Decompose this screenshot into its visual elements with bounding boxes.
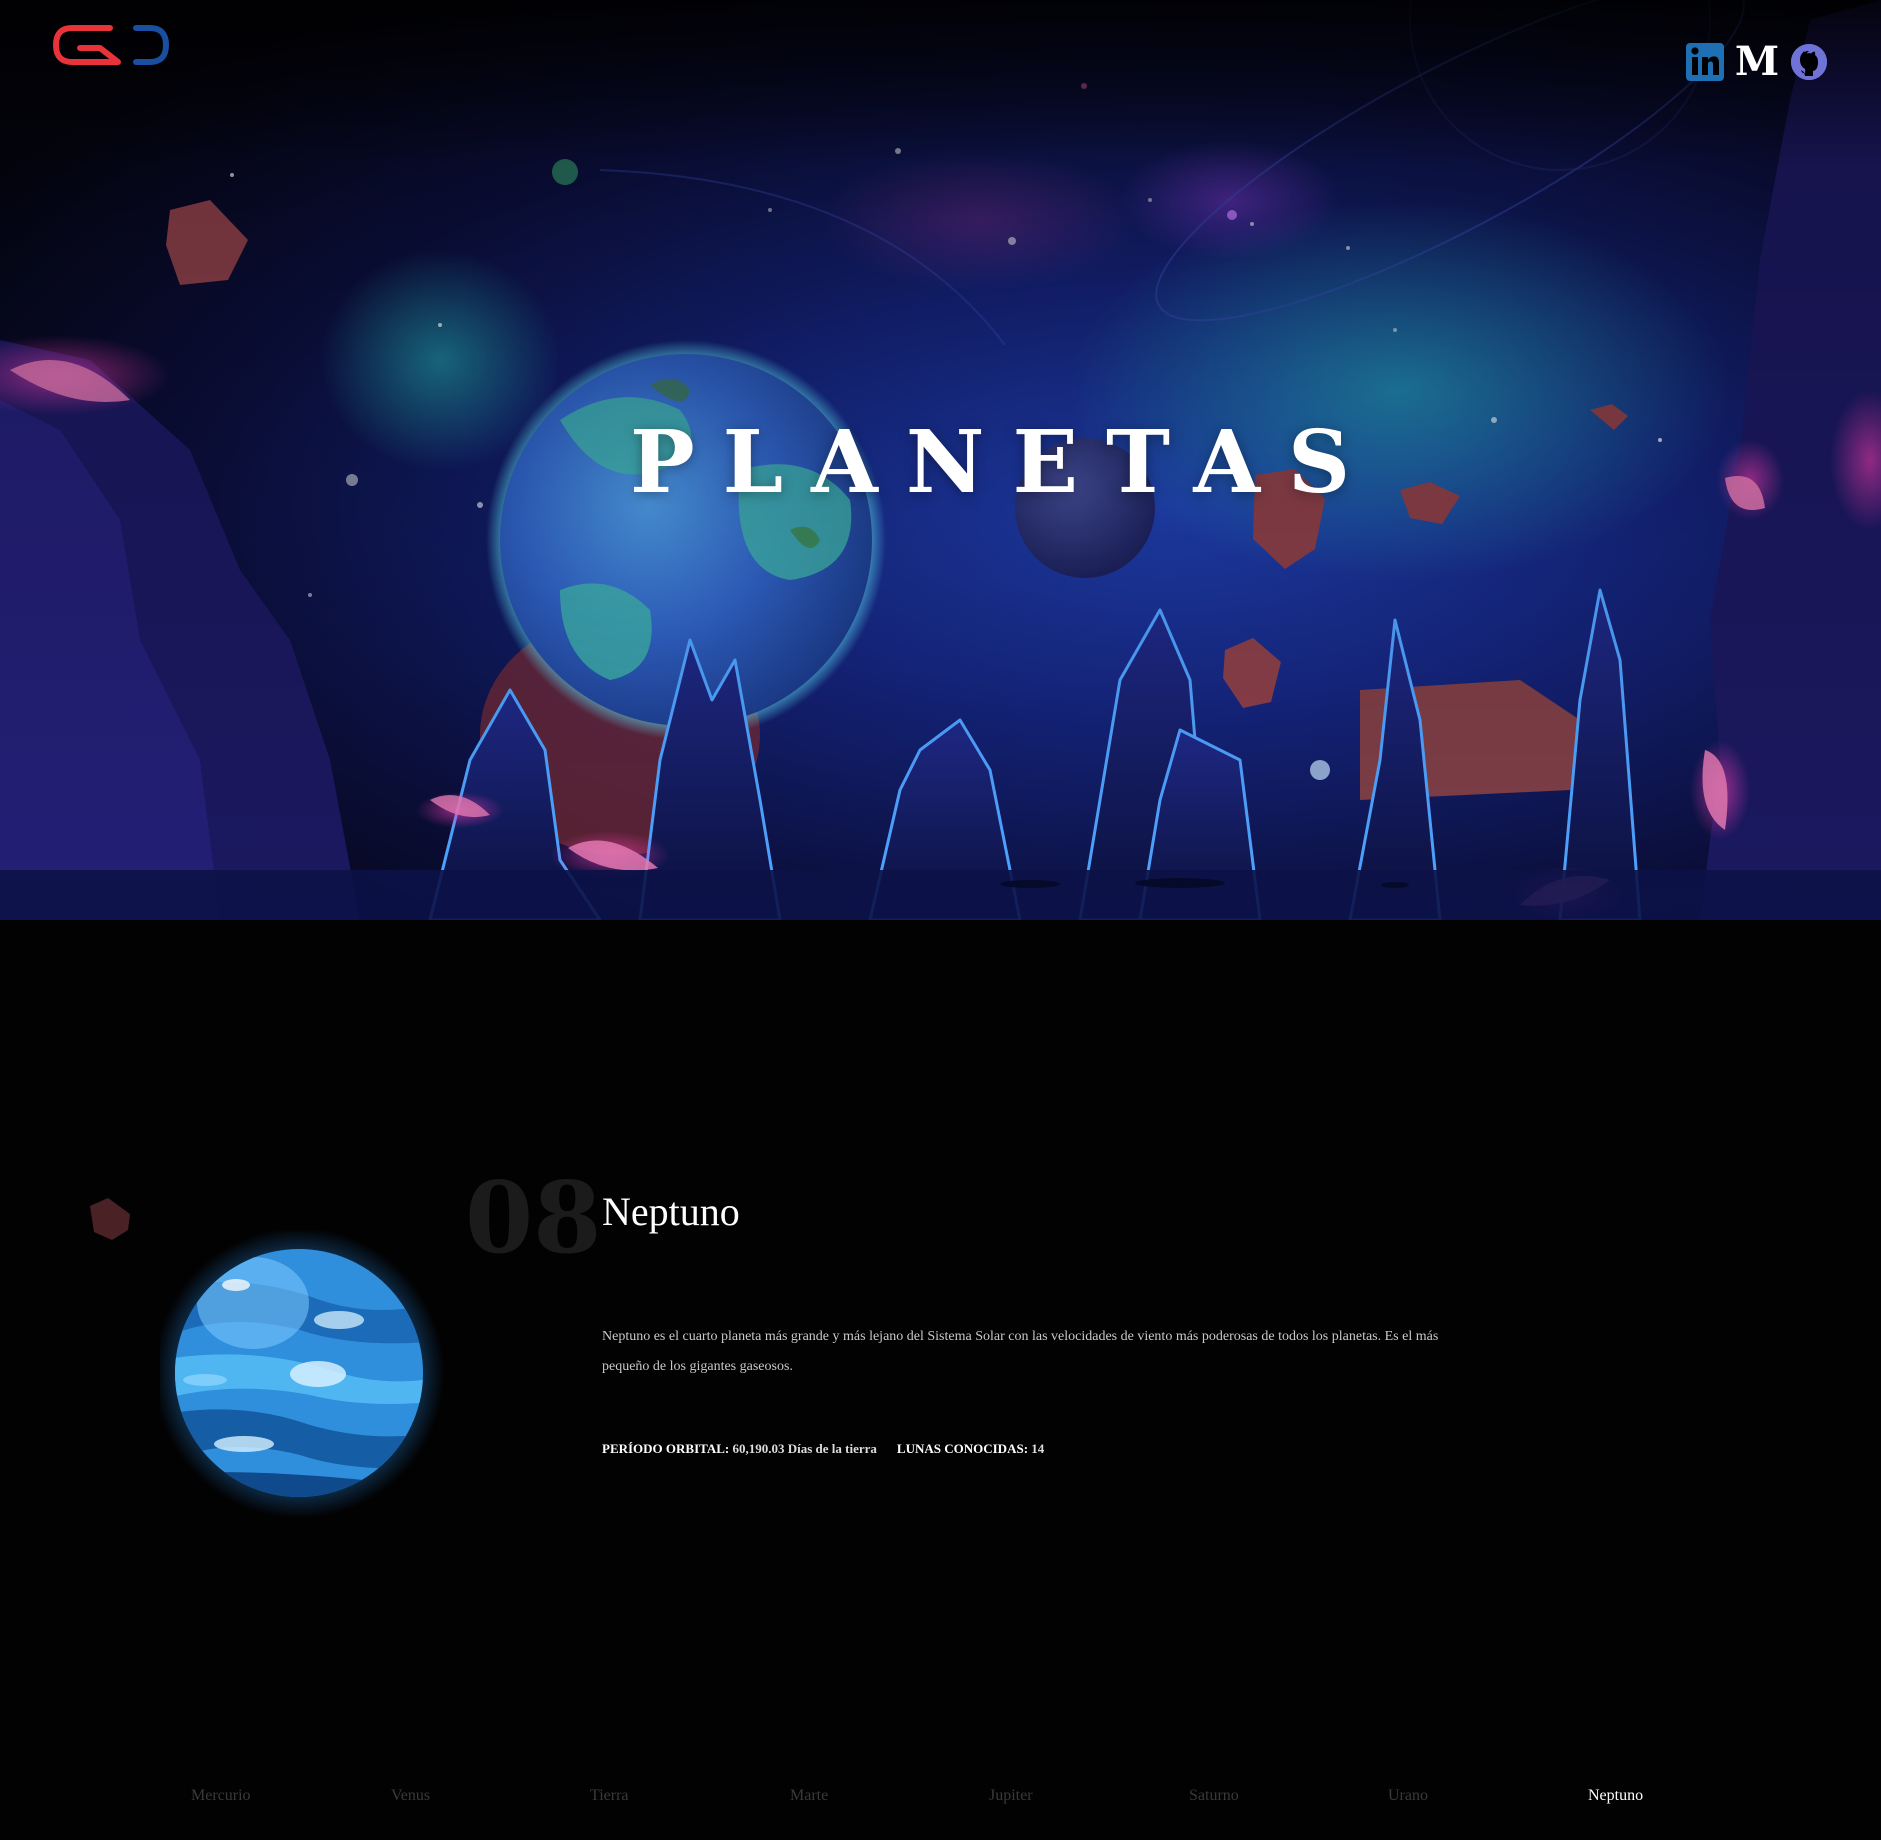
github-link[interactable] [1789,42,1829,82]
medium-link[interactable]: M [1734,38,1780,85]
medium-icon: M [1734,38,1780,85]
known-moons-value: 14 [1031,1441,1045,1456]
nav-item-urano[interactable]: Urano [1388,1787,1428,1805]
social-links: M [1685,42,1829,82]
nav-item-venus[interactable]: Venus [391,1787,430,1805]
planet-stats: PERÍODO ORBITAL: 60,190.03 Días de la ti… [602,1441,1044,1457]
github-icon [1791,44,1827,80]
planet-description: Neptuno es el cuarto planeta más grande … [602,1329,1439,1374]
nav-item-saturno[interactable]: Saturno [1189,1787,1239,1805]
nav-item-mercurio[interactable]: Mercurio [191,1787,251,1805]
orbital-period-stat: PERÍODO ORBITAL: 60,190.03 Días de la ti… [602,1441,877,1457]
hero-banner: M PLANETAS [0,0,1881,920]
nav-item-neptuno[interactable]: Neptuno [1588,1787,1643,1805]
orbital-period-value: 60,190.03 Días de la tierra [732,1441,877,1456]
hero-title: PLANETAS [630,412,1379,513]
nav-item-marte[interactable]: Marte [790,1787,828,1805]
known-moons-stat: LUNAS CONOCIDAS: 14 [897,1441,1044,1457]
planet-image-neptuno [160,1230,444,1518]
nav-item-jupiter[interactable]: Jupiter [989,1787,1033,1805]
nav-item-tierra[interactable]: Tierra [590,1787,629,1805]
planet-nav: Mercurio Venus Tierra Marte Jupiter Satu… [0,1787,1881,1817]
linkedin-icon [1686,43,1724,81]
planet-index-number: 08 [465,1161,602,1276]
planet-name: Neptuno [602,1189,740,1234]
page: M PLANETAS 08 Neptuno Neptuno es el cuar… [0,0,1881,1840]
floating-rock-image [90,1198,130,1240]
linkedin-link[interactable] [1685,42,1725,82]
gd-logo[interactable] [50,22,172,68]
orbital-period-label: PERÍODO ORBITAL: [602,1441,730,1456]
known-moons-label: LUNAS CONOCIDAS: [896,1441,1029,1456]
